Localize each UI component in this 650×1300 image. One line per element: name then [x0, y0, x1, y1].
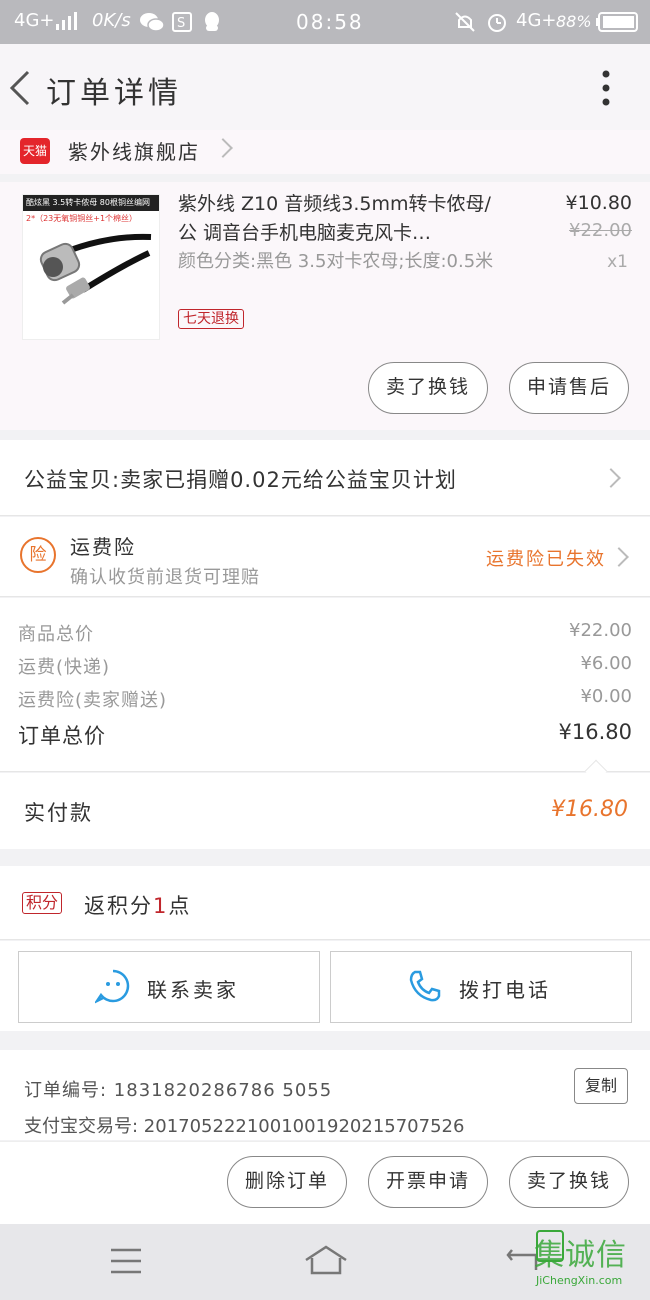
back-icon[interactable] — [8, 68, 32, 112]
chevron-right-icon — [213, 138, 233, 158]
status-bar: 4G+ 0K/s S 08:58 4G+ 88% — [0, 0, 650, 44]
fee-label-insurance: 运费险(卖家赠送) — [18, 690, 168, 711]
insurance-icon: 险 — [20, 537, 56, 573]
points-badge: 积分 — [22, 892, 63, 914]
insurance-subtitle: 确认收货前退货可理赔 — [70, 567, 260, 588]
clock: 08:58 — [296, 10, 364, 34]
points-row: 积分 返积分1点 — [0, 866, 650, 940]
insurance-title: 运费险 — [70, 535, 136, 559]
contact-seller-label: 联系卖家 — [147, 978, 239, 1002]
copy-button[interactable]: 复制 — [574, 1068, 628, 1104]
audio-cable-image — [39, 233, 152, 305]
original-price: ¥22.00 — [569, 220, 632, 241]
shop-name: 紫外线旗舰店 — [68, 140, 200, 164]
fee-value-goods: ¥22.00 — [569, 620, 632, 641]
chevron-right-icon — [601, 468, 621, 488]
order-number: 订单编号: 1831820286786 5055 — [24, 1080, 333, 1101]
shop-row[interactable]: 天猫 紫外线旗舰店 — [0, 130, 650, 174]
after-sale-button[interactable]: 申请售后 — [509, 362, 629, 414]
phone-icon — [407, 968, 443, 1008]
svg-text:S: S — [177, 16, 185, 31]
charity-row[interactable]: 公益宝贝:卖家已捐赠0.02元给公益宝贝计划 — [0, 440, 650, 516]
call-button[interactable]: 拨打电话 — [330, 951, 632, 1023]
signal-icon — [56, 12, 78, 35]
order-total-label: 订单总价 — [18, 724, 106, 748]
nav-bar: 订单详情 — [0, 44, 650, 130]
wechat-icon — [140, 12, 165, 37]
battery-percent: 88% — [556, 12, 592, 31]
product-card[interactable]: 酷炫黑 3.5转卡侬母 80根铜丝编网 2*（23无氧铜铜丝+1个棉丝） 紫外线… — [0, 182, 650, 430]
menu-icon[interactable] — [110, 1248, 142, 1278]
product-title: 紫外线 Z10 音频线3.5mm转卡侬母/公 调音台手机电脑麦克风卡… — [178, 193, 491, 244]
resell-button[interactable]: 卖了换钱 — [368, 362, 488, 414]
order-info: 订单编号: 1831820286786 5055 支付宝交易号: 2017052… — [0, 1050, 650, 1140]
chat-icon — [93, 968, 131, 1008]
alarm-icon — [486, 11, 508, 38]
shipping-insurance-row[interactable]: 险 运费险 确认收货前退货可理赔 运费险已失效 — [0, 517, 650, 597]
more-options-icon[interactable] — [596, 68, 616, 112]
network-indicator: 4G+ — [14, 10, 55, 31]
tmall-icon: 天猫 — [20, 138, 50, 164]
fee-value-insurance: ¥0.00 — [580, 686, 632, 707]
quantity: x1 — [607, 252, 628, 272]
product-price: ¥10.80 — [565, 192, 632, 214]
seven-day-return-badge: 七天退换 — [178, 309, 244, 329]
home-icon[interactable] — [304, 1244, 348, 1280]
call-label: 拨打电话 — [459, 978, 551, 1002]
paid-row: 实付款 ¥16.80 — [0, 773, 650, 849]
fee-summary: 商品总价 ¥22.00 运费(快递) ¥6.00 运费险(卖家赠送) ¥0.00… — [0, 598, 650, 772]
invoice-request-button[interactable]: 开票申请 — [368, 1156, 488, 1208]
fee-value-shipping: ¥6.00 — [580, 653, 632, 674]
battery-icon — [596, 12, 640, 37]
fee-label-goods: 商品总价 — [18, 624, 94, 645]
insurance-status: 运费险已失效 — [486, 549, 606, 570]
points-text: 返积分1点 — [84, 894, 192, 918]
order-total-value: ¥16.80 — [558, 720, 632, 744]
paid-label: 实付款 — [24, 801, 93, 825]
fee-label-shipping: 运费(快递) — [18, 657, 111, 678]
paid-value: ¥16.80 — [551, 797, 628, 822]
qq-icon — [202, 11, 222, 38]
network-indicator-right: 4G+ — [516, 10, 557, 31]
page-title: 订单详情 — [46, 76, 182, 111]
delete-order-button[interactable]: 删除订单 — [227, 1156, 347, 1208]
alipay-trade-number: 支付宝交易号: 2017052221001001920215707526 — [24, 1116, 465, 1137]
resell-bottom-button[interactable]: 卖了换钱 — [509, 1156, 629, 1208]
product-variant: 颜色分类:黑色 3.5对卡农母;长度:0.5米 — [178, 251, 494, 272]
contact-seller-button[interactable]: 联系卖家 — [18, 951, 320, 1023]
system-nav-bar: 集诚信 JiChengXin.com — [0, 1224, 650, 1300]
watermark-url: JiChengXin.com — [536, 1274, 623, 1287]
watermark: 集诚信 JiChengXin.com — [534, 1226, 650, 1296]
s-app-icon: S — [172, 12, 192, 37]
product-image[interactable]: 酷炫黑 3.5转卡侬母 80根铜丝编网 2*（23无氧铜铜丝+1个棉丝） — [22, 194, 160, 340]
charity-text: 公益宝贝:卖家已捐赠0.02元给公益宝贝计划 — [24, 468, 457, 492]
contact-row: 联系卖家 拨打电话 — [0, 941, 650, 1031]
network-speed: 0K/s — [92, 10, 131, 31]
watermark-brand: 集诚信 — [534, 1238, 627, 1273]
bottom-action-bar: 删除订单 开票申请 卖了换钱 — [0, 1141, 650, 1224]
chevron-right-icon — [609, 547, 629, 567]
mute-icon — [454, 11, 476, 38]
